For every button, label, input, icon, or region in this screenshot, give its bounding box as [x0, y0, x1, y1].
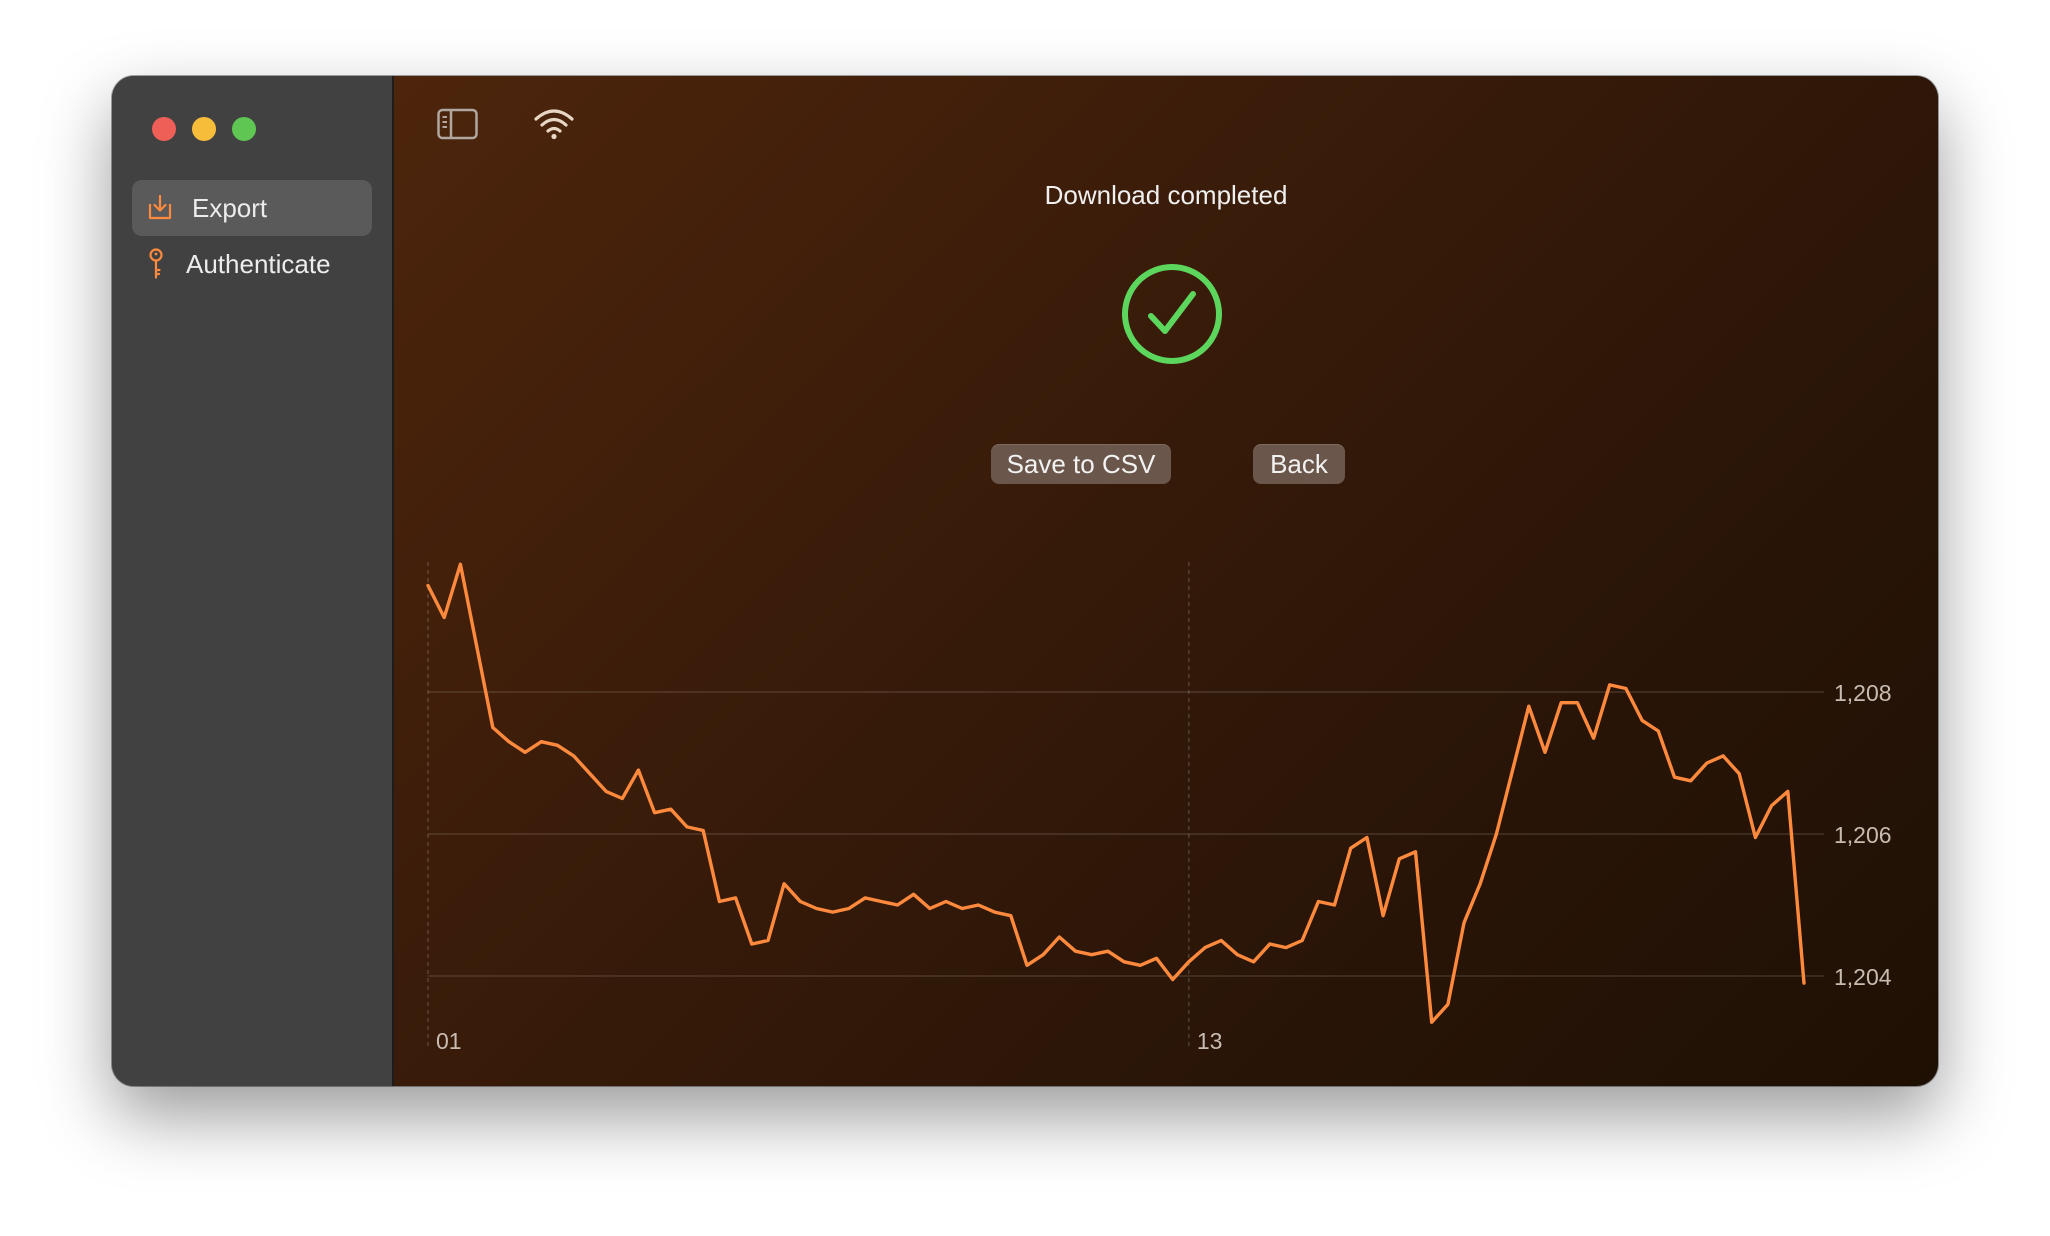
close-window-button[interactable]	[152, 117, 176, 141]
key-icon	[149, 248, 163, 279]
zoom-window-button[interactable]	[232, 117, 256, 141]
sidebar-item-export[interactable]: Export	[132, 180, 372, 236]
sidebar: Export Authenticate	[112, 76, 394, 1086]
minimize-window-button[interactable]	[192, 117, 216, 141]
series-line	[426, 562, 1806, 1024]
y-tick-label: 1,208	[1834, 680, 1892, 706]
y-tick-label: 1,204	[1834, 964, 1892, 990]
price-line-chart: 1,2041,2061,208011301	[426, 562, 1892, 1054]
x-tick-label: 13	[1197, 1028, 1223, 1054]
main-content: Download completed Save to CSV Back 1,20…	[394, 76, 1938, 1086]
sidebar-item-label: Authenticate	[186, 248, 331, 279]
x-tick-label: 01	[436, 1028, 462, 1054]
app-window: Export Authenticate Download completed S…	[112, 76, 1938, 1086]
y-tick-label: 1,206	[1834, 822, 1892, 848]
sidebar-item-label: Export	[192, 192, 268, 223]
download-tray-icon	[148, 194, 172, 220]
sidebar-item-authenticate[interactable]: Authenticate	[132, 236, 372, 292]
